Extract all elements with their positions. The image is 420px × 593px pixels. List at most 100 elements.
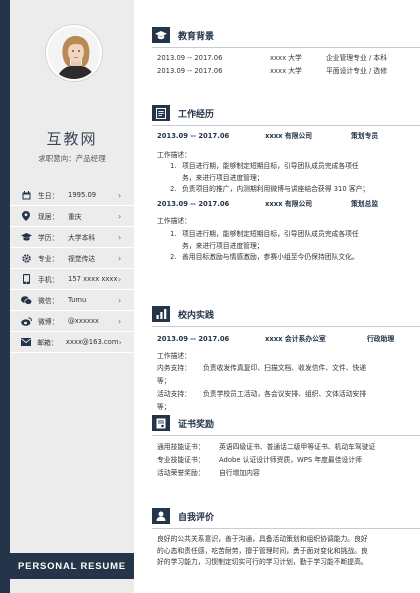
user-icon bbox=[152, 508, 170, 524]
job-period: 2013.09 -- 2017.06 bbox=[157, 132, 230, 140]
info-row-weibo: 微博： @xxxxxx › bbox=[10, 311, 134, 332]
job-intent: 求职意向：产品经理 bbox=[38, 154, 106, 163]
personal-info-list: 生日： 1995.09 › 现居： 重庆 › 学历： 大学本科 › 专业： 视觉… bbox=[10, 185, 134, 353]
info-value: xxxx@163.com bbox=[65, 338, 119, 346]
cert-text: 英语四级证书、普通话二级甲等证书、机动车驾驶证 bbox=[219, 443, 376, 451]
info-row-birthday: 生日： 1995.09 › bbox=[10, 185, 134, 206]
education-section-header: 教育背景 bbox=[152, 24, 420, 46]
section-title: 自我评价 bbox=[178, 512, 215, 523]
info-label: 专业： bbox=[38, 255, 59, 263]
left-accent-strip bbox=[0, 0, 10, 593]
job-bullets: 1. 项目进行期，能够制定短期目标，引导团队成员完成各项任 务，来进行项目进度管理；… bbox=[170, 229, 415, 264]
job-desc-label: 工作描述： bbox=[157, 217, 191, 225]
edu-major: 企业管理专业 / 本科 bbox=[326, 54, 387, 62]
campus-line-label: 内务支持： bbox=[157, 364, 191, 372]
location-icon bbox=[18, 211, 34, 221]
profile-photo bbox=[46, 25, 102, 81]
self-eval-text: 良好的公共关系意识，善于沟通，具备活动策划和组织协调能力。良好 的心态和责任感，… bbox=[157, 534, 417, 569]
section-divider bbox=[152, 528, 420, 529]
edu-school: xxxx 大学 bbox=[270, 54, 302, 62]
section-divider bbox=[152, 125, 420, 126]
certificate-icon bbox=[152, 415, 170, 431]
chevron-right-icon: › bbox=[118, 295, 122, 305]
job-bullet: 2. 善用目标激励与情感激励，参赛小组至今仍保持团队文化。 bbox=[170, 253, 359, 261]
job-role: 策划总监 bbox=[351, 200, 379, 208]
self-eval-section-header: 自我评价 bbox=[152, 505, 420, 527]
cert-text: Adobe 认证设计师资质，WPS 年度最佳设计师 bbox=[219, 456, 362, 464]
campus-section-header: 校内实践 bbox=[152, 303, 420, 325]
info-value: Tumu bbox=[68, 296, 87, 304]
phone-icon bbox=[18, 274, 34, 284]
section-title: 教育背景 bbox=[178, 31, 215, 42]
info-value: 1995.09 bbox=[68, 191, 97, 199]
job-period: 2013.09 -- 2017.06 bbox=[157, 200, 230, 208]
gear-icon bbox=[18, 253, 34, 263]
chevron-right-icon: › bbox=[118, 316, 122, 326]
graduation-cap-icon bbox=[152, 27, 170, 43]
info-row-education: 学历： 大学本科 › bbox=[10, 227, 134, 248]
self-eval-line: 良好的公共关系意识，善于沟通，具备活动策划和组织协调能力。良好 bbox=[157, 535, 368, 543]
info-label: 邮箱： bbox=[37, 339, 58, 347]
job-bullet: 1. 项目进行期，能够制定短期目标，引导团队成员完成各项任 务，来进行项目进度管理； bbox=[170, 230, 359, 250]
job-bullet: 1. 项目进行期，能够制定短期目标，引导团队成员完成各项任 务，来进行项目进度管理； bbox=[170, 162, 359, 182]
campus-org: xxxx 会计系办公室 bbox=[265, 335, 326, 343]
info-label: 学历： bbox=[38, 234, 59, 242]
candidate-name: 互教网 bbox=[46, 130, 98, 148]
job-role: 策划专员 bbox=[351, 132, 379, 140]
info-label: 手机： bbox=[38, 276, 59, 284]
edu-school: xxxx 大学 bbox=[270, 67, 302, 75]
info-label: 现居： bbox=[38, 213, 59, 221]
info-row-email: 邮箱： xxxx@163.com › bbox=[10, 332, 134, 353]
campus-period: 2013.09 -- 2017.06 bbox=[157, 335, 230, 343]
section-divider bbox=[152, 326, 420, 327]
info-value: 重庆 bbox=[68, 213, 82, 221]
info-value: 视觉传达 bbox=[68, 255, 96, 263]
info-value: 157 xxxx xxxx bbox=[68, 275, 118, 283]
section-divider bbox=[152, 435, 420, 436]
chevron-right-icon: › bbox=[118, 337, 122, 347]
campus-desc-label: 工作描述： bbox=[157, 352, 191, 360]
weibo-icon bbox=[18, 316, 34, 326]
info-label: 微信： bbox=[38, 297, 59, 305]
campus-line-cont: 等； bbox=[157, 377, 171, 385]
info-value: @xxxxxx bbox=[68, 317, 99, 325]
info-row-residence: 现居： 重庆 › bbox=[10, 206, 134, 227]
wechat-icon bbox=[18, 295, 34, 305]
section-title: 工作经历 bbox=[178, 109, 215, 120]
work-section-header: 工作经历 bbox=[152, 102, 420, 124]
section-title: 证书奖励 bbox=[178, 419, 215, 430]
info-row-phone: 手机： 157 xxxx xxxx › bbox=[10, 269, 134, 290]
chevron-right-icon: › bbox=[118, 232, 122, 242]
edu-major: 平面设计专业 / 选修 bbox=[326, 67, 387, 75]
document-icon bbox=[152, 105, 170, 121]
chevron-right-icon: › bbox=[118, 190, 122, 200]
info-label: 生日： bbox=[38, 192, 59, 200]
job-bullet: 2. 负责项目的推广，内测期利用微博与讲座结合获得 310 客户； bbox=[170, 185, 370, 193]
info-row-wechat: 微信： Tumu › bbox=[10, 290, 134, 311]
job-desc-label: 工作描述： bbox=[157, 151, 191, 159]
cert-text: 自行增加内容 bbox=[219, 469, 260, 477]
campus-line-text: 负责学校员工活动，各会议安排、组织、文体活动安排 bbox=[203, 390, 367, 398]
info-row-major: 专业： 视觉传达 › bbox=[10, 248, 134, 269]
resume-page: 互教网 求职意向：产品经理 生日： 1995.09 › 现居： 重庆 › 学历：… bbox=[0, 0, 420, 593]
section-title: 校内实践 bbox=[178, 310, 215, 321]
self-eval-line: 的心态和责任感，吃苦耐劳，擅于管理时间，勇于面对变化和挑战。良 bbox=[157, 546, 368, 555]
cert-label: 专业技能证书： bbox=[157, 456, 205, 464]
campus-line-text: 负责收发传真复印、扫描文档、收发信件、文件、快递 bbox=[203, 364, 367, 372]
chevron-right-icon: › bbox=[118, 211, 122, 221]
chevron-right-icon: › bbox=[118, 274, 122, 284]
certs-section-header: 证书奖励 bbox=[152, 412, 420, 434]
job-company: xxxx 有限公司 bbox=[265, 132, 313, 140]
graduation-cap-icon bbox=[18, 233, 34, 241]
edu-period: 2013.09 -- 2017.06 bbox=[157, 67, 223, 75]
job-company: xxxx 有限公司 bbox=[265, 200, 313, 208]
chevron-right-icon: › bbox=[118, 253, 122, 263]
cert-label: 活动荣誉奖励： bbox=[157, 469, 205, 477]
info-label: 微博： bbox=[38, 318, 59, 326]
cert-label: 通用技能证书： bbox=[157, 443, 205, 451]
bar-chart-icon bbox=[152, 306, 170, 322]
edu-period: 2013.09 -- 2017.06 bbox=[157, 54, 223, 62]
personal-resume-banner: PERSONAL RESUME bbox=[10, 553, 134, 579]
calendar-icon bbox=[18, 190, 34, 200]
campus-role: 行政助理 bbox=[367, 335, 395, 343]
